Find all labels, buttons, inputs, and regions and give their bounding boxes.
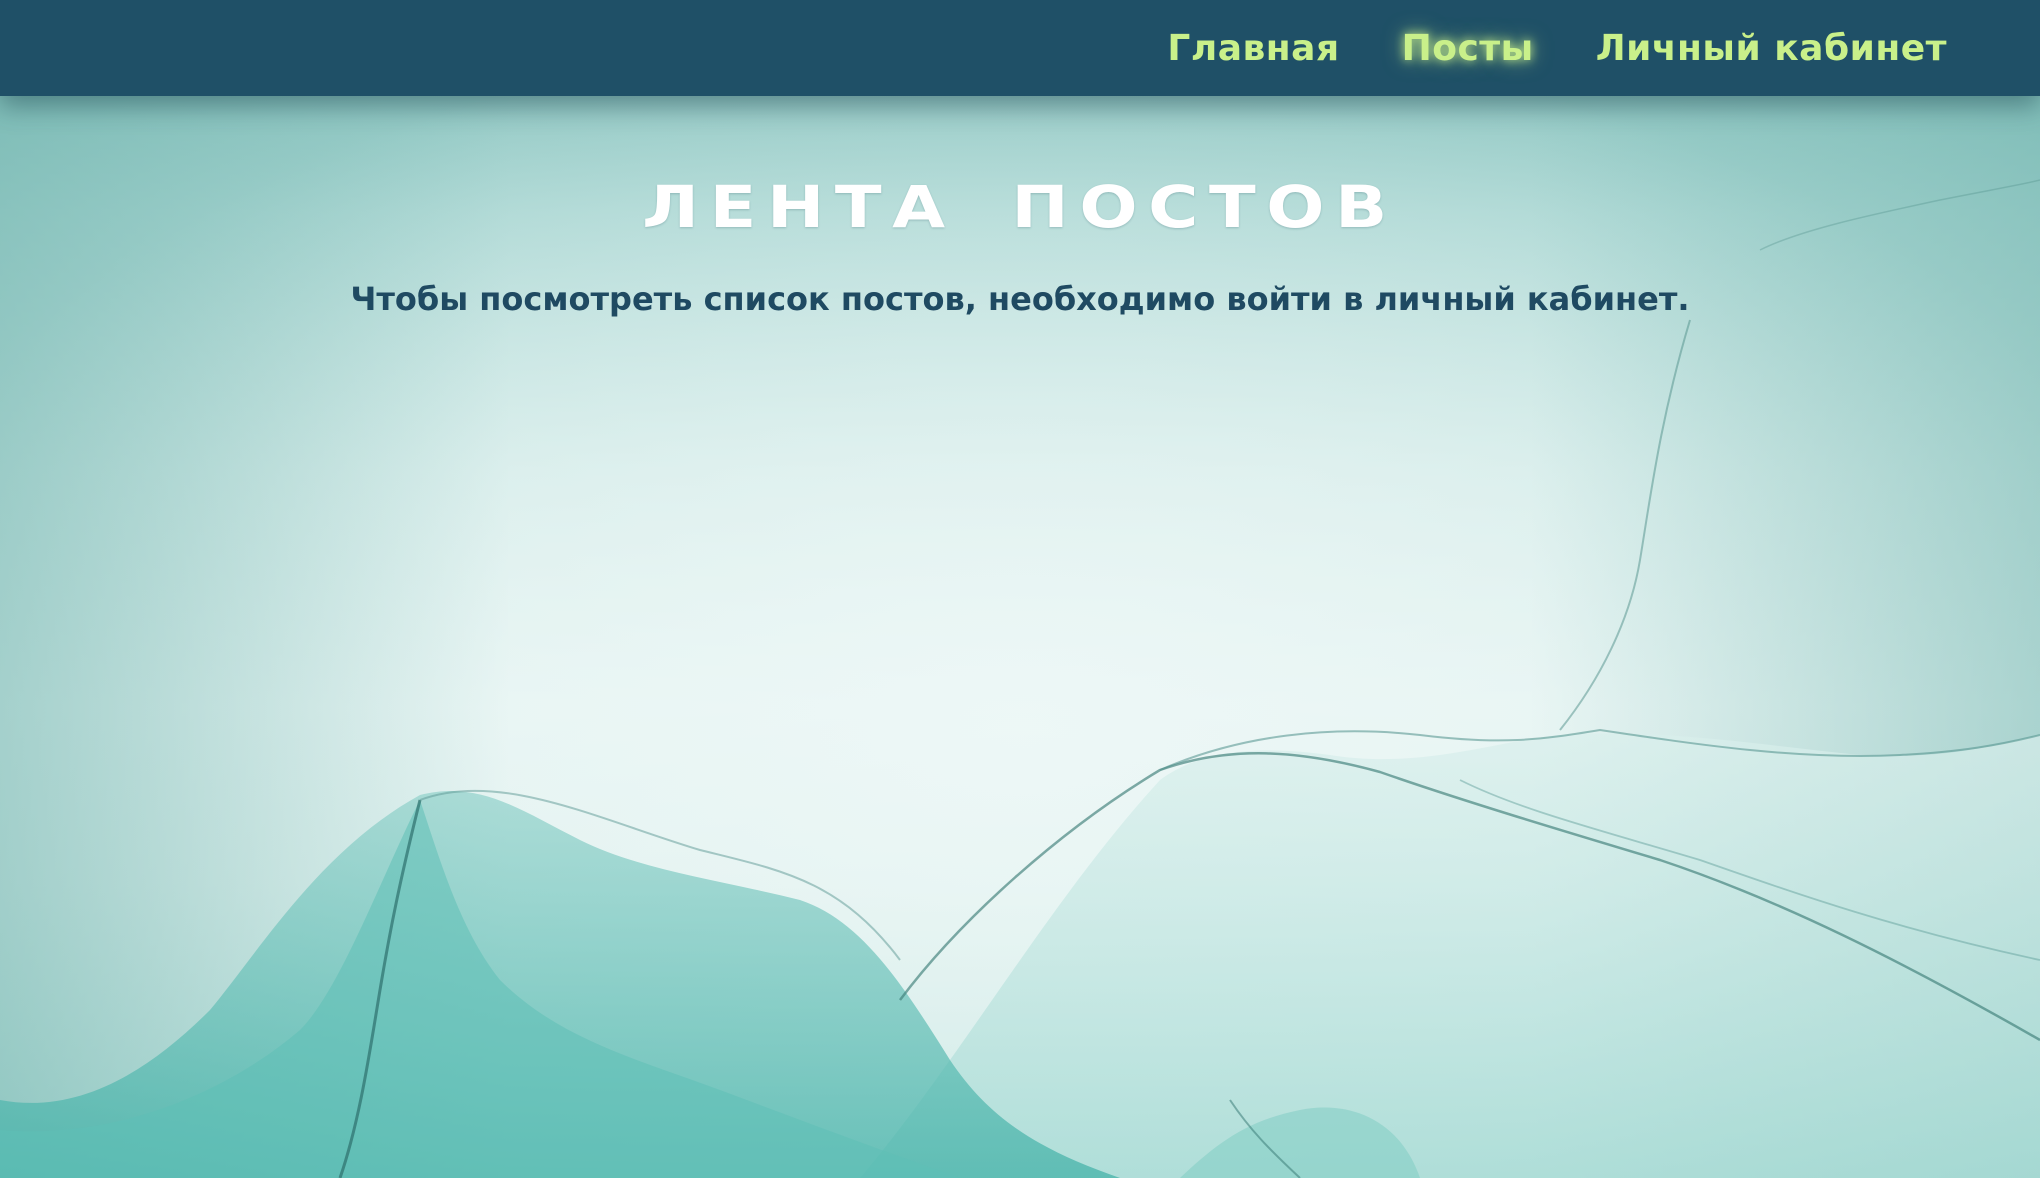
- page-title: ЛЕНТА ПОСТОВ: [642, 173, 1398, 241]
- navbar: Главная Посты Личный кабинет: [0, 0, 2040, 96]
- nav-link-account[interactable]: Личный кабинет: [1596, 28, 1947, 69]
- nav-link-posts[interactable]: Посты: [1402, 28, 1534, 69]
- nav-links: Главная Посты Личный кабинет: [1167, 0, 1947, 96]
- login-required-message: Чтобы посмотреть список постов, необходи…: [350, 280, 1690, 318]
- page: Главная Посты Личный кабинет ЛЕНТА ПОСТО…: [0, 0, 2040, 1178]
- main-content: ЛЕНТА ПОСТОВ Чтобы посмотреть список пос…: [0, 96, 2040, 318]
- nav-link-home[interactable]: Главная: [1167, 28, 1339, 69]
